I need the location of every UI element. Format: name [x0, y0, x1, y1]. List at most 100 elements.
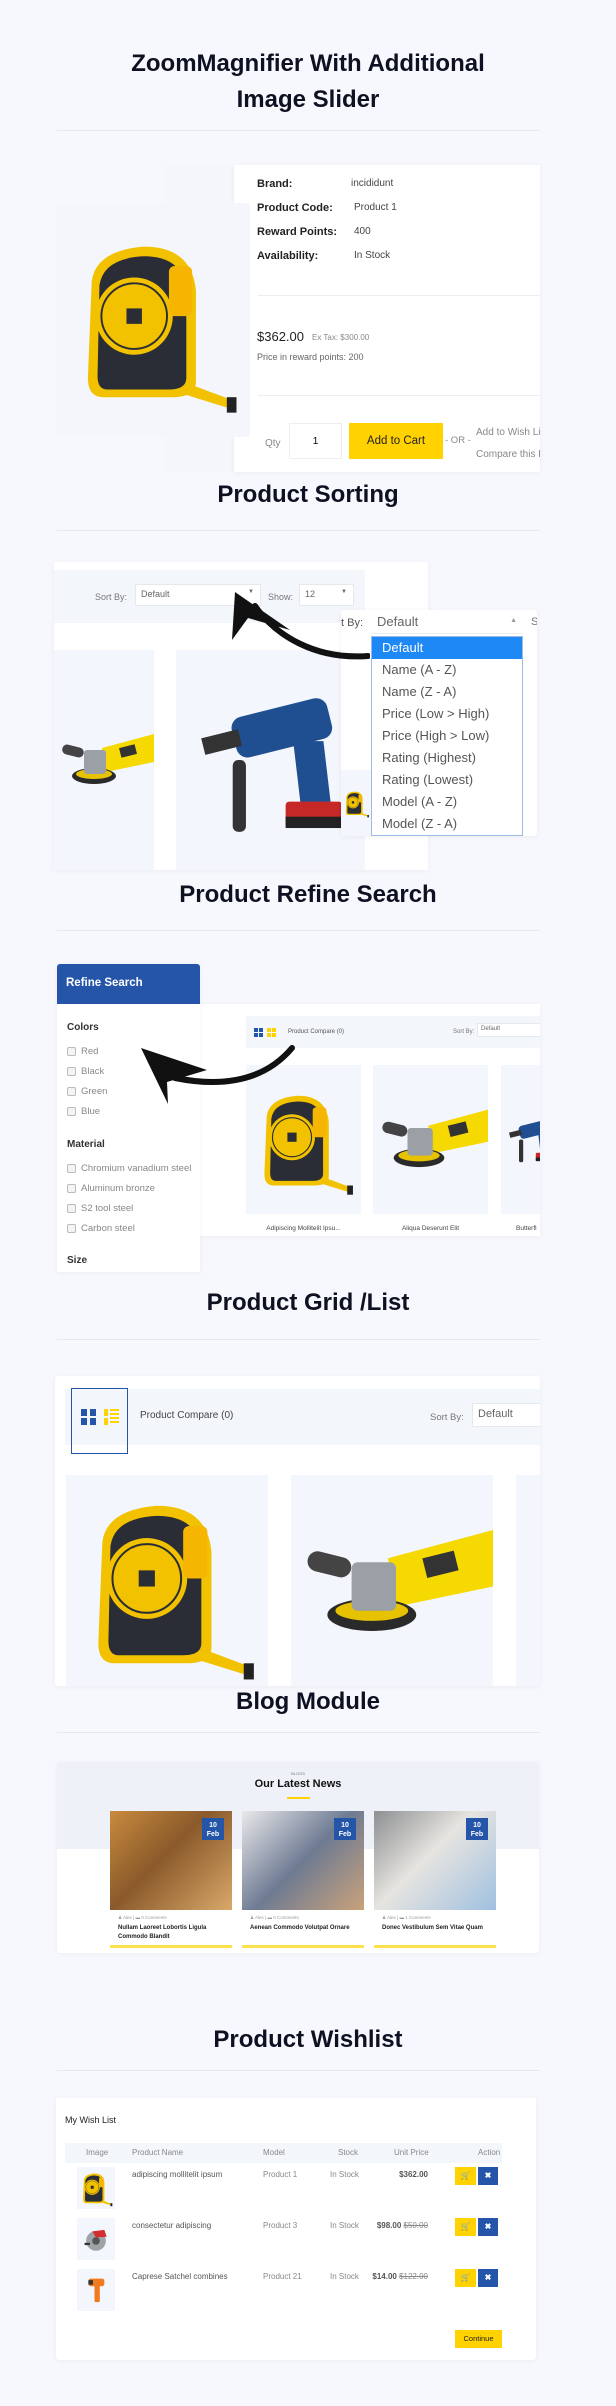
filter-group-material: Material	[67, 1139, 105, 1150]
filter-carbon[interactable]: Carbon steel	[67, 1223, 135, 1234]
product-name[interactable]: consectetur adipiscing	[132, 2221, 211, 2230]
col-model: Model	[263, 2148, 285, 2157]
blog-kicker: BLOGS	[291, 1771, 305, 1776]
compare-link[interactable]: Compare this Product	[476, 449, 540, 460]
availability-value: In Stock	[354, 250, 391, 261]
code-value: Product 1	[354, 202, 397, 213]
product-model: Product 21	[263, 2272, 302, 2281]
product-tile[interactable]	[291, 1475, 493, 1686]
sort-select-open[interactable]: Default ▲	[371, 610, 523, 634]
section-title-sorting: Product Sorting	[217, 481, 399, 508]
product-name[interactable]: Adipiscing Mollitelit Ipsu...	[246, 1225, 361, 1232]
arrow-icon	[141, 1045, 295, 1104]
product-name[interactable]: Caprese Satchel combines	[132, 2272, 228, 2281]
add-to-cart-button[interactable]: 🛒	[455, 2167, 476, 2185]
brand-link[interactable]: incididunt	[351, 178, 393, 189]
sort-select[interactable]: Default	[472, 1403, 540, 1427]
date-badge: 10 Feb	[466, 1818, 488, 1840]
grinder-illustration	[382, 1109, 488, 1168]
tape-illustration	[345, 791, 369, 818]
filter-label: S2 tool steel	[81, 1203, 134, 1214]
date-badge: 10 Feb	[202, 1818, 224, 1840]
sort-option[interactable]: Default	[372, 637, 522, 659]
continue-button[interactable]: Continue	[455, 2330, 502, 2348]
wishlist-screenshot: My Wish List Image Product Name Model St…	[56, 2098, 536, 2360]
product-main-image[interactable]	[57, 203, 250, 437]
checkbox[interactable]	[67, 1183, 76, 1193]
product-name[interactable]: Butterfl	[516, 1225, 537, 1232]
product-thumbnail[interactable]	[77, 2218, 115, 2260]
remove-button[interactable]: ✖	[478, 2269, 498, 2287]
add-to-cart-button[interactable]: 🛒	[455, 2218, 476, 2236]
filter-label: Red	[81, 1046, 99, 1057]
product-tile[interactable]	[373, 1065, 488, 1214]
sort-option[interactable]: Price (Low > High)	[372, 703, 522, 725]
tape-illustration	[87, 246, 237, 413]
filter-green[interactable]: Green	[67, 1086, 107, 1097]
grid-view-icon[interactable]	[254, 1028, 263, 1037]
blog-post-card[interactable]: 10 Feb ♟ Alex | ▬ 1 Comments Donec Vestib…	[374, 1811, 496, 1948]
qty-label: Qty	[265, 438, 281, 449]
blog-post-card[interactable]: 10 Feb ♟ Alex | ▬ 0 Comments Aenean Commo…	[242, 1811, 364, 1948]
post-title[interactable]: Donec Vestibulum Sem Vitae Quam	[382, 1924, 490, 1933]
sort-label: Sort By:	[430, 1412, 464, 1423]
product-tile	[341, 770, 371, 836]
product-name[interactable]: Aliqua Deserunt Elit	[373, 1225, 488, 1232]
sort-value: Default	[377, 614, 419, 629]
add-to-cart-button[interactable]: Add to Cart	[349, 423, 443, 459]
section-title-refine: Product Refine Search	[179, 881, 437, 908]
product-thumbnail[interactable]	[77, 2269, 115, 2311]
date-month: Feb	[470, 1831, 484, 1838]
date-badge: 10 Feb	[334, 1818, 356, 1840]
remove-button[interactable]: ✖	[478, 2167, 498, 2185]
product-compare-link[interactable]: Product Compare (0)	[288, 1029, 344, 1035]
sort-option[interactable]: Model (A - Z)	[372, 791, 522, 813]
product-tile[interactable]	[501, 1065, 540, 1214]
product-thumbnail[interactable]	[77, 2167, 115, 2209]
section-title-grid: Product Grid /List	[206, 1289, 410, 1316]
post-title[interactable]: Aenean Commodo Volutpat Ornare	[250, 1924, 358, 1933]
add-to-cart-button[interactable]: 🛒	[455, 2269, 476, 2287]
product-compare-link[interactable]: Product Compare (0)	[140, 1410, 233, 1421]
grinder-illustration	[62, 734, 154, 784]
filter-s2[interactable]: S2 tool steel	[67, 1203, 133, 1214]
qty-input[interactable]	[289, 423, 342, 459]
sort-option[interactable]: Name (A - Z)	[372, 659, 522, 681]
product-info-card: Brand: incididunt Product Code: Product …	[234, 165, 540, 472]
product-tile[interactable]	[66, 1475, 268, 1686]
saw-illustration	[84, 2229, 107, 2251]
list-view-icon[interactable]	[267, 1028, 276, 1037]
sort-option[interactable]: Rating (Highest)	[372, 747, 522, 769]
checkbox[interactable]	[67, 1086, 76, 1096]
checkbox[interactable]	[67, 1106, 76, 1116]
cart-icon: 🛒	[460, 2171, 471, 2180]
checkbox[interactable]	[67, 1066, 76, 1076]
blog-post-card[interactable]: 10 Feb ♟ Alex | ▬ 0 Comments Nullam Laore…	[110, 1811, 232, 1948]
filter-red[interactable]: Red	[67, 1046, 98, 1057]
checkbox[interactable]	[67, 1223, 76, 1233]
filter-aluminum[interactable]: Aluminum bronze	[67, 1183, 155, 1194]
sort-option[interactable]: Name (Z - A)	[372, 681, 522, 703]
sort-select[interactable]: Default	[477, 1023, 540, 1037]
checkbox[interactable]	[67, 1046, 76, 1056]
tape-illustration	[98, 1505, 254, 1680]
sort-option[interactable]: Rating (Lowest)	[372, 769, 522, 791]
filter-chromium[interactable]: Chromium vanadium steel	[67, 1163, 191, 1174]
post-comments: 1 Comments	[405, 1915, 431, 1920]
product-tile[interactable]	[54, 650, 154, 870]
post-title[interactable]: Nullam Laoreet Lobortis Ligula Commodo B…	[118, 1924, 226, 1941]
checkbox[interactable]	[67, 1163, 76, 1173]
remove-button[interactable]: ✖	[478, 2218, 498, 2236]
sort-option[interactable]: Price (High > Low)	[372, 725, 522, 747]
filter-black[interactable]: Black	[67, 1066, 104, 1077]
post-author: Alex	[123, 1915, 132, 1920]
add-to-wishlist-link[interactable]: Add to Wish List	[476, 427, 540, 438]
grid-screenshot: Product Compare (0) Sort By: Default	[55, 1376, 540, 1686]
checkbox[interactable]	[67, 1203, 76, 1213]
product-tile[interactable]	[516, 1475, 540, 1686]
grid-view-icon[interactable]	[81, 1409, 96, 1425]
list-view-icon[interactable]	[104, 1409, 119, 1425]
product-name[interactable]: adipiscing mollitelit ipsum	[132, 2170, 222, 2179]
filter-blue[interactable]: Blue	[67, 1106, 100, 1117]
sort-option[interactable]: Model (Z - A)	[372, 813, 522, 835]
